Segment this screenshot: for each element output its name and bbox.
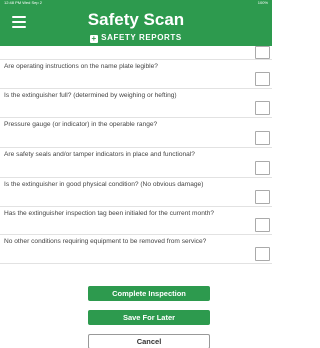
cancel-button[interactable]: Cancel [88,334,210,348]
checklist-row: Are safety seals and/or tamper indicator… [0,148,272,178]
plus-icon: + [90,34,99,43]
checklist-row: Are operating instructions on the name p… [0,60,272,89]
complete-inspection-button[interactable]: Complete Inspection [88,286,210,301]
checklist-row-previous [0,46,272,60]
checklist-row: Is the extinguisher full? (determined by… [0,89,272,118]
question-text: Are safety seals and/or tamper indicator… [4,151,195,158]
answer-box[interactable] [255,247,270,261]
inspection-checklist: Are operating instructions on the name p… [0,46,272,264]
answer-box[interactable] [255,190,270,204]
question-text: Has the extinguisher inspection tag been… [4,210,215,217]
save-for-later-button[interactable]: Save For Later [88,310,210,325]
checklist-row: Pressure gauge (or indicator) in the ope… [0,118,272,148]
answer-box[interactable] [255,46,270,59]
app-header: Safety Scan + SAFETY REPORTS [0,6,272,46]
answer-box[interactable] [255,161,270,175]
answer-box[interactable] [255,101,270,115]
app-title: Safety Scan [87,10,185,29]
checklist-row: Has the extinguisher inspection tag been… [0,207,272,235]
question-text: Are operating instructions on the name p… [4,63,158,70]
question-text: Pressure gauge (or indicator) in the ope… [4,121,158,128]
checklist-row: No other conditions requiring equipment … [0,235,272,264]
answer-box[interactable] [255,72,270,86]
question-text: No other conditions requiring equipment … [4,238,207,245]
question-text: Is the extinguisher full? (determined by… [4,92,177,99]
question-text: Is the extinguisher in good physical con… [4,181,204,188]
answer-box[interactable] [255,218,270,232]
checklist-row: Is the extinguisher in good physical con… [0,178,272,207]
subtitle-text: SAFETY REPORTS [101,33,182,42]
answer-box[interactable] [255,131,270,145]
app-subtitle: + SAFETY REPORTS [0,33,272,43]
